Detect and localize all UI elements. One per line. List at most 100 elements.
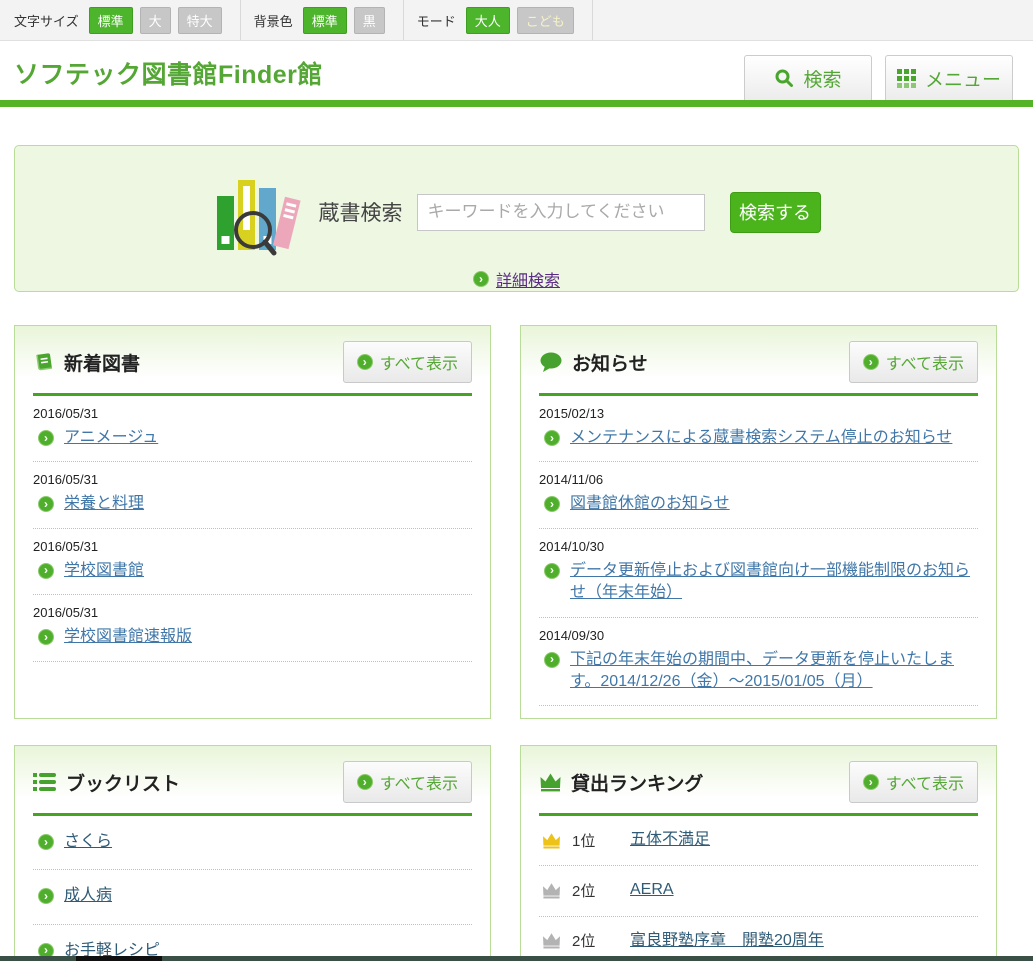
arrow-circle-icon: › (544, 430, 560, 446)
ranking-panel: 貸出ランキング › すべて表示 1位 五体不満足 2位 AERA (520, 745, 997, 961)
font-size-standard-button[interactable]: 標準 (89, 7, 133, 34)
item-date: 2014/10/30 (539, 539, 978, 554)
footer-edge-black-segment (76, 956, 162, 961)
mode-control: モード 大人 こども (404, 0, 593, 40)
arrow-circle-icon: › (38, 888, 54, 904)
arrow-circle-icon: › (38, 834, 54, 850)
ranking-link[interactable]: AERA (630, 879, 674, 901)
header-accent-bar (0, 100, 1033, 107)
ranking-item: 2位 AERA (539, 866, 978, 916)
rank-label: 2位 (572, 880, 614, 901)
bg-standard-button[interactable]: 標準 (303, 7, 347, 34)
arrow-circle-icon: › (544, 652, 560, 668)
list-item: 2014/11/06 › 図書館休館のお知らせ (539, 462, 978, 528)
site-title: ソフテック図書館Finder館 (14, 55, 323, 91)
news-panel: お知らせ › すべて表示 2015/02/13 › メンテナンスによる蔵書検索シ… (520, 325, 997, 719)
font-size-xlarge-button[interactable]: 特大 (178, 7, 222, 34)
silver-crown-icon (541, 882, 562, 899)
show-all-label: すべて表示 (886, 350, 964, 374)
header-search-button[interactable]: 検索 (744, 55, 872, 100)
show-all-label: すべて表示 (380, 770, 458, 794)
item-date: 2016/05/31 (33, 472, 472, 487)
new-books-panel: 新着図書 › すべて表示 2016/05/31 › アニメージュ 2016/05… (14, 325, 491, 719)
keyword-search-input[interactable] (417, 194, 705, 231)
news-link[interactable]: 図書館休館のお知らせ (570, 493, 730, 515)
item-date: 2015/02/13 (539, 406, 978, 421)
content-grid: 新着図書 › すべて表示 2016/05/31 › アニメージュ 2016/05… (14, 325, 1019, 961)
arrow-circle-icon: › (473, 271, 489, 287)
list-item: 2014/10/30 › データ更新停止および図書館向け一部機能制限のお知らせ（… (539, 529, 978, 618)
news-link[interactable]: メンテナンスによる蔵書検索システム停止のお知らせ (570, 427, 952, 449)
arrow-circle-icon: › (544, 563, 560, 579)
rank-label: 2位 (572, 930, 614, 951)
arrow-circle-icon: › (357, 354, 373, 370)
font-size-label: 文字サイズ (14, 11, 79, 30)
header-menu-button[interactable]: メニュー (885, 55, 1013, 100)
news-title: お知らせ (572, 349, 648, 376)
list-item: 2014/09/30 › 下記の年末年始の期間中、データ更新を停止いたします。2… (539, 618, 978, 707)
item-date: 2014/09/30 (539, 628, 978, 643)
search-submit-button[interactable]: 検索する (730, 192, 821, 233)
new-books-show-all-button[interactable]: › すべて表示 (343, 341, 472, 383)
list-item: 2016/05/31 › 栄養と料理 (33, 462, 472, 528)
list-item: 2016/05/31 › 学校図書館 (33, 529, 472, 595)
news-link[interactable]: データ更新停止および図書館向け一部機能制限のお知らせ（年末年始） (570, 560, 978, 605)
books-magnifier-illustration (213, 166, 305, 258)
background-color-label: 背景色 (254, 11, 293, 30)
advanced-search-link[interactable]: 詳細検索 (496, 267, 560, 291)
show-all-label: すべて表示 (380, 350, 458, 374)
new-book-link[interactable]: アニメージュ (64, 427, 158, 449)
arrow-circle-icon: › (863, 354, 879, 370)
silver-crown-icon (541, 932, 562, 949)
ranking-show-all-button[interactable]: › すべて表示 (849, 761, 978, 803)
new-books-title: 新着図書 (64, 349, 140, 376)
background-color-control: 背景色 標準 黒 (241, 0, 404, 40)
list-item: 2015/02/13 › メンテナンスによる蔵書検索システム停止のお知らせ (539, 396, 978, 462)
header-menu-label: メニュー (925, 65, 1001, 92)
list-icon (33, 772, 57, 792)
ranking-link[interactable]: 五体不満足 (630, 829, 710, 851)
list-item: › さくら (33, 816, 472, 870)
news-link[interactable]: 下記の年末年始の期間中、データ更新を停止いたします。2014/12/26（金）～… (570, 649, 978, 694)
rank-label: 1位 (572, 830, 614, 851)
accessibility-bar: 文字サイズ 標準 大 特大 背景色 標準 黒 モード 大人 こども (0, 0, 1033, 41)
booklist-title: ブックリスト (66, 769, 180, 796)
new-book-link[interactable]: 栄養と料理 (64, 493, 144, 515)
list-item: 2016/05/31 › アニメージュ (33, 396, 472, 462)
menu-grid-icon (897, 69, 916, 88)
header-search-label: 検索 (803, 65, 841, 92)
booklist-link[interactable]: さくら (64, 831, 112, 853)
list-item: › 成人病 (33, 870, 472, 924)
new-book-link[interactable]: 学校図書館 (64, 560, 144, 582)
book-icon (33, 351, 55, 373)
arrow-circle-icon: › (38, 430, 54, 446)
news-show-all-button[interactable]: › すべて表示 (849, 341, 978, 383)
booklist-link[interactable]: 成人病 (64, 885, 112, 907)
ranking-title: 貸出ランキング (571, 769, 703, 796)
ranking-item: 1位 五体不満足 (539, 816, 978, 866)
crown-icon (539, 772, 562, 792)
page: 文字サイズ 標準 大 特大 背景色 標準 黒 モード 大人 こども ソフテック図… (0, 0, 1033, 961)
item-date: 2014/11/06 (539, 472, 978, 487)
mode-kids-button[interactable]: こども (517, 7, 574, 34)
site-header: ソフテック図書館Finder館 検索 (0, 41, 1033, 100)
booklist-show-all-button[interactable]: › すべて表示 (343, 761, 472, 803)
item-date: 2016/05/31 (33, 605, 472, 620)
mode-adult-button[interactable]: 大人 (466, 7, 510, 34)
item-date: 2016/05/31 (33, 406, 472, 421)
catalog-search-label: 蔵書検索 (319, 197, 403, 227)
bg-black-button[interactable]: 黒 (354, 7, 385, 34)
new-book-link[interactable]: 学校図書館速報版 (64, 626, 192, 648)
font-size-control: 文字サイズ 標準 大 特大 (14, 0, 241, 40)
catalog-search-panel: 蔵書検索 検索する › 詳細検索 (14, 145, 1019, 292)
search-icon (774, 68, 794, 88)
arrow-circle-icon: › (38, 563, 54, 579)
ranking-link[interactable]: 富良野塾序章 開塾20周年 (630, 930, 824, 952)
ranking-item: 2位 富良野塾序章 開塾20周年 (539, 917, 978, 961)
arrow-circle-icon: › (38, 496, 54, 512)
arrow-circle-icon: › (863, 774, 879, 790)
font-size-large-button[interactable]: 大 (140, 7, 171, 34)
speech-bubble-icon (539, 351, 563, 373)
arrow-circle-icon: › (544, 496, 560, 512)
booklist-panel: ブックリスト › すべて表示 › さくら › 成人病 › お手軽レシピ (14, 745, 491, 961)
